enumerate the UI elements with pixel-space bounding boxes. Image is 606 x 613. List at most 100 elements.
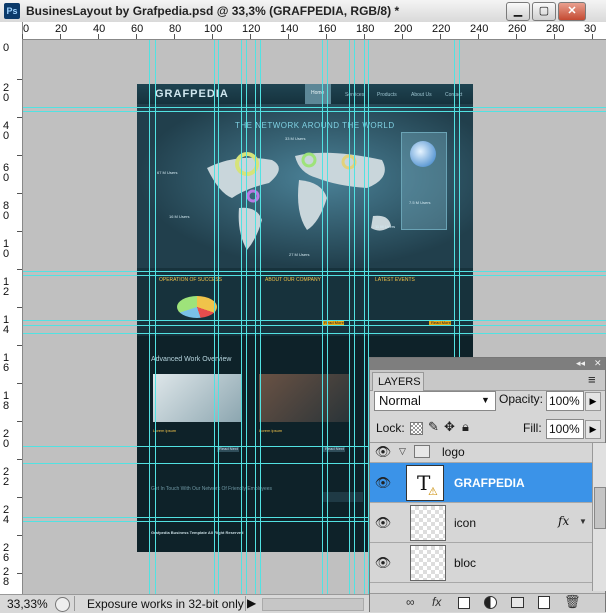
ruler-tick [478,34,479,39]
add-style-icon[interactable]: fx [432,595,441,609]
ruler-label: 28 [3,566,10,588]
adjustment-layer-icon[interactable] [484,596,497,609]
guide-line[interactable] [241,40,242,594]
opacity-slider-button[interactable]: ▶ [585,392,601,411]
ruler-label: 20 [3,82,10,104]
section-title: OPERATION OF SUCCESS [159,277,222,283]
map-label: 27 M Users [289,252,310,257]
new-group-icon[interactable] [511,597,524,608]
expand-triangle-icon[interactable]: ▽ [399,446,406,457]
guide-line[interactable] [246,40,247,594]
panel-header-strip[interactable]: ◂◂ ✕ [370,358,605,370]
guide-line[interactable] [23,111,606,112]
maximize-button[interactable]: ▢ [532,2,556,21]
guide-line[interactable] [23,275,606,276]
warning-icon: ⚠ [428,486,438,498]
guide-line[interactable] [354,40,355,594]
zoom-level[interactable]: 33,33% [7,597,48,611]
ruler-tick [364,34,365,39]
tab-layers-label: LAYERS [378,376,421,388]
minimize-button[interactable]: ▁ [506,2,530,21]
text-layer-thumbnail: T ⚠ [406,465,444,501]
ruler-label: 160 [318,23,337,35]
window-title-bar[interactable]: Ps BusinesLayout by Grafpedia.psd @ 33,3… [0,0,606,23]
keyboard-photo [153,374,241,422]
ruler-tick [17,79,22,80]
guide-line[interactable] [327,40,328,594]
layer-row-text[interactable]: 👁︎ T ⚠ GRAFPEDIA [370,463,605,503]
fill-field[interactable]: 100% [546,419,584,439]
guide-line[interactable] [23,271,606,272]
layer-row-icon[interactable]: 👁︎ icon fx ▼ [370,503,605,543]
visibility-eye-icon[interactable]: 👁︎ [373,515,393,531]
ruler-label: 60 [3,162,10,184]
lock-position-icon[interactable]: ✥ [444,419,455,435]
vertical-ruler[interactable]: 0 20 40 60 80 10 12 14 16 18 20 22 24 26… [0,39,23,594]
status-arrow-icon[interactable]: ▶ [247,596,256,610]
card-link[interactable]: Lorem ipsum [259,428,282,433]
tab-layers[interactable]: LAYERS [372,372,424,391]
layer-name: GRAFPEDIA [454,476,525,490]
chevron-down-icon[interactable]: ▼ [579,517,587,526]
ruler-tick [554,34,555,39]
guide-line[interactable] [149,40,150,594]
guide-line[interactable] [23,333,606,334]
map-label: 7.5 M Users [409,200,431,205]
delete-layer-icon[interactable]: 🗑︎ [564,594,581,610]
link-layers-icon[interactable]: ∞ [406,595,415,609]
visibility-eye-icon[interactable]: 👁︎ [373,475,393,491]
layer-row-group[interactable]: 👁︎ ▽ logo [370,443,605,463]
guide-line[interactable] [23,320,606,321]
layer-thumbnail [410,505,446,541]
guide-line[interactable] [364,40,365,594]
card-link[interactable]: Lorem ipsum [153,428,176,433]
send-button[interactable] [323,492,363,502]
fill-slider-button[interactable]: ▶ [585,420,601,439]
close-button[interactable]: ✕ [558,2,586,21]
guide-line[interactable] [218,40,219,594]
status-info-icon[interactable] [55,597,70,612]
fill-label: Fill: [523,421,542,435]
lock-transparency-icon[interactable] [410,422,423,435]
ruler-label: 260 [508,23,527,35]
lock-pixels-icon[interactable]: ✎ [428,419,439,435]
guide-line[interactable] [255,40,256,594]
layers-scrollbar[interactable] [592,443,606,591]
guide-line[interactable] [349,40,350,594]
add-mask-icon[interactable] [458,597,470,609]
scroll-thumb[interactable] [594,487,606,529]
guide-line[interactable] [260,40,261,594]
horizontal-ruler[interactable]: 0 20 40 60 80 100 120 140 160 180 200 22… [0,22,606,40]
ruler-corner[interactable] [0,22,23,39]
visibility-eye-icon[interactable]: 👁︎ [373,444,393,460]
ruler-label: 240 [470,23,489,35]
guide-line[interactable] [23,107,606,108]
lock-all-icon[interactable]: 🔒︎ [462,419,469,435]
layer-row-bloc[interactable]: 👁︎ bloc [370,543,605,583]
guide-line[interactable] [155,40,156,594]
fx-icon[interactable]: fx [558,514,569,528]
ruler-tick [174,34,175,39]
opacity-field[interactable]: 100% [546,391,584,411]
visibility-eye-icon[interactable]: 👁︎ [373,555,393,571]
world-map-graphic [207,152,391,250]
ruler-label: 140 [280,23,299,35]
panel-menu-icon[interactable]: ≡ [588,372,596,387]
blend-mode-select[interactable]: Normal ▼ [374,391,496,411]
collapse-icon[interactable]: ◂◂ [576,358,585,369]
guide-line[interactable] [23,325,606,326]
horizontal-scrollbar[interactable] [262,598,364,611]
ruler-label: 120 [242,23,261,35]
ruler-tick [212,34,213,39]
panel-close-icon[interactable]: ✕ [594,358,602,369]
ruler-label: 40 [93,23,106,35]
guide-line[interactable] [322,40,323,594]
site-header: GRAFPEDIA Home Services Products About U… [137,84,473,104]
opacity-value: 100% [549,394,580,408]
status-message-box[interactable]: Exposure works in 32-bit only [74,596,246,611]
hero-banner: THE NETWORK AROUND THE WORLD 67 M Users … [137,104,473,268]
layer-thumbnail [410,545,446,581]
guide-line[interactable] [214,40,215,594]
layers-panel[interactable]: ◂◂ ✕ LAYERS ≡ Normal ▼ Opacity: 100% ▶ L… [369,357,606,612]
new-layer-icon[interactable] [538,596,550,609]
